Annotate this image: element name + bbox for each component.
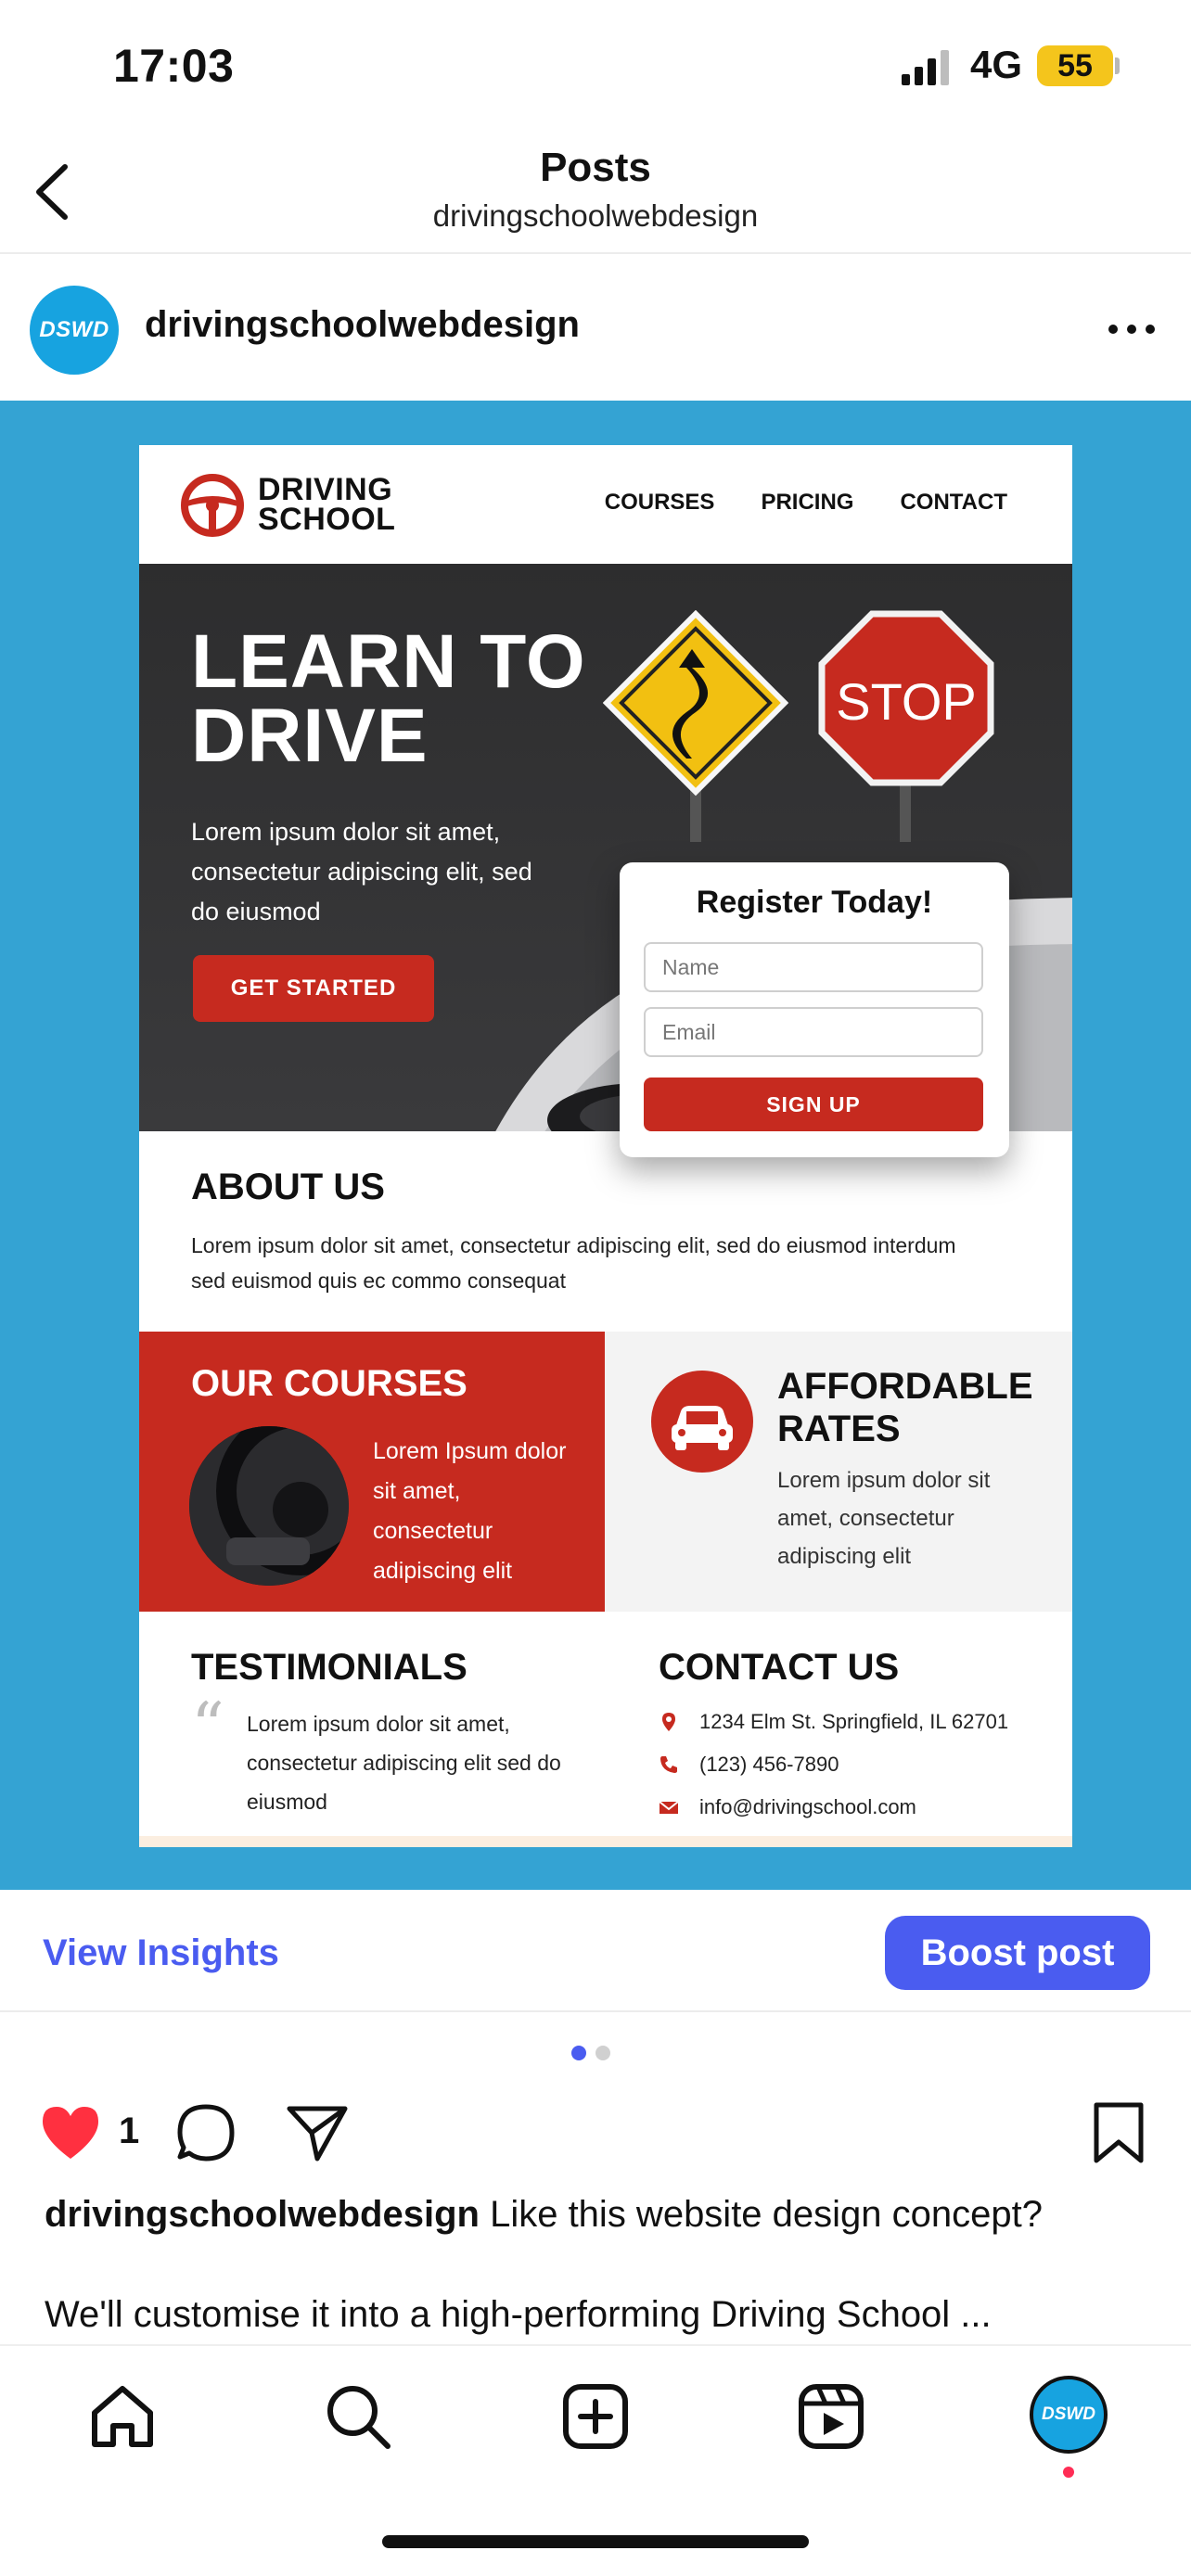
mock-logo-line2: SCHOOL	[258, 502, 396, 537]
mock-courses-body: Lorem Ipsum dolor sit amet, consectetur …	[373, 1438, 567, 1584]
post-caption: drivingschoolwebdesign Like this website…	[45, 2194, 1158, 2236]
mock-contact-email-text: info@drivingschool.com	[699, 1795, 916, 1818]
mock-rates-title: AFFORDABLE RATES	[777, 1365, 1033, 1450]
mock-hero-title-line2: DRIVE	[191, 694, 429, 778]
battery-icon: 55	[1037, 45, 1113, 86]
post-author-row: DSWD drivingschoolwebdesign	[0, 256, 1191, 401]
phone-icon	[660, 1756, 677, 1773]
mock-contact-address: 1234 Elm St. Springfield, IL 62701	[659, 1710, 1008, 1734]
insights-row: View Insights Boost post	[0, 1890, 1191, 2012]
mock-sign-up-button: SIGN UP	[644, 1078, 983, 1131]
post-actions: 1	[0, 2092, 1191, 2174]
mock-register-title: Register Today!	[696, 885, 933, 920]
heart-icon[interactable]	[37, 2099, 104, 2166]
post-image[interactable]: DRIVING SCHOOL COURSES PRICING CONTACT L…	[0, 401, 1191, 1890]
more-icon[interactable]	[1102, 315, 1161, 343]
mock-logo-line1: DRIVING	[258, 472, 393, 507]
mock-contact-phone: (123) 456-7890	[659, 1753, 839, 1777]
mock-rates-title-line1: AFFORDABLE	[777, 1366, 1033, 1407]
carousel-dot	[596, 2046, 610, 2060]
mock-rates-body: Lorem ipsum dolor sit amet, consectetur …	[777, 1468, 991, 1569]
signal-icon	[902, 50, 949, 85]
mock-register-card: Register Today! Name Email SIGN UP	[620, 862, 1009, 1157]
steering-wheel-photo	[189, 1426, 349, 1586]
mock-contact-address-text: 1234 Elm St. Springfield, IL 62701	[699, 1710, 1009, 1733]
page-header: Posts drivingschoolwebdesign	[0, 130, 1191, 254]
steering-wheel-icon	[181, 474, 244, 537]
mock-bottom-strip	[139, 1836, 1072, 1847]
comment-icon[interactable]	[173, 2099, 239, 2166]
mock-rates-title-line2: RATES	[777, 1409, 901, 1449]
mail-icon	[659, 1801, 679, 1814]
mock-rates-section: AFFORDABLE RATES Lorem ipsum dolor sit a…	[605, 1332, 1072, 1612]
reels-icon[interactable]	[794, 2379, 868, 2454]
mock-hero-title: LEARN TO DRIVE	[191, 619, 586, 778]
mock-about-body: Lorem ipsum dolor sit amet, consectetur …	[191, 1233, 956, 1293]
mock-courses-section: OUR COURSES Lorem Ipsum dolor sit amet, …	[139, 1332, 605, 1612]
mock-contact-section: CONTACT US 1234 Elm St. Springfield, IL …	[605, 1612, 1072, 1847]
mock-contact-email: info@drivingschool.com	[659, 1795, 916, 1819]
carousel-dot-active	[571, 2046, 586, 2060]
like-count[interactable]: 1	[119, 2111, 139, 2152]
mock-testimonials-title: TESTIMONIALS	[191, 1647, 467, 1688]
view-insights-link[interactable]: View Insights	[43, 1932, 279, 1974]
stop-sign-text: STOP	[836, 672, 977, 731]
mock-name-field: Name	[644, 942, 983, 992]
caption-text: Like this website design concept?	[490, 2194, 1043, 2235]
status-bar: 17:03 4G 55	[0, 0, 1191, 130]
mock-logo-text: DRIVING SCHOOL	[258, 472, 396, 537]
page-title: Posts	[540, 145, 651, 190]
bookmark-icon[interactable]	[1085, 2099, 1152, 2166]
website-mockup: DRIVING SCHOOL COURSES PRICING CONTACT L…	[139, 445, 1072, 1847]
quote-icon: “	[191, 1689, 224, 1765]
mock-nav-links: COURSES PRICING CONTACT	[605, 490, 1007, 516]
carousel-indicator	[571, 2046, 610, 2060]
home-indicator	[382, 2535, 809, 2548]
profile-tab-avatar[interactable]: DSWD	[1030, 2376, 1108, 2454]
caption-second-line[interactable]: We'll customise it into a high-performin…	[45, 2294, 1158, 2336]
mock-courses-title: OUR COURSES	[191, 1363, 467, 1404]
mock-nav-pricing: PRICING	[761, 490, 854, 515]
mock-testimonials-section: TESTIMONIALS “ Lorem ipsum dolor sit ame…	[139, 1612, 605, 1847]
home-icon[interactable]	[85, 2379, 160, 2454]
mock-email-field: Email	[644, 1007, 983, 1057]
share-icon[interactable]	[284, 2099, 351, 2166]
network-label: 4G	[970, 43, 1023, 86]
mock-nav-contact: CONTACT	[900, 490, 1007, 515]
car-icon	[651, 1371, 753, 1473]
mock-hero-body: Lorem ipsum dolor sit amet, consectetur …	[191, 818, 532, 925]
mock-nav-courses: COURSES	[604, 490, 715, 515]
mock-about-section: ABOUT US Lorem ipsum dolor sit amet, con…	[139, 1131, 1072, 1332]
curve-road-sign-icon	[603, 610, 788, 842]
caption-username[interactable]: drivingschoolwebdesign	[45, 2194, 480, 2235]
mock-contact-phone-text: (123) 456-7890	[699, 1753, 839, 1776]
mock-get-started-button: GET STARTED	[193, 955, 434, 1022]
mock-contact-title: CONTACT US	[659, 1647, 900, 1688]
location-pin-icon	[662, 1713, 675, 1731]
search-icon[interactable]	[321, 2379, 395, 2454]
profile-notification-dot	[1063, 2467, 1074, 2478]
author-avatar[interactable]: DSWD	[30, 286, 119, 375]
mock-hero-title-line1: LEARN TO	[191, 619, 586, 704]
page-subtitle: drivingschoolwebdesign	[432, 198, 759, 233]
author-name[interactable]: drivingschoolwebdesign	[145, 304, 580, 346]
mock-about-title: ABOUT US	[191, 1167, 385, 1207]
mock-navbar: DRIVING SCHOOL COURSES PRICING CONTACT	[139, 445, 1072, 564]
mock-testimonials-body: Lorem ipsum dolor sit amet, consectetur …	[247, 1712, 561, 1814]
battery-tip	[1115, 57, 1120, 74]
create-icon[interactable]	[558, 2379, 633, 2454]
status-time: 17:03	[113, 40, 235, 92]
boost-post-button[interactable]: Boost post	[885, 1916, 1150, 1990]
